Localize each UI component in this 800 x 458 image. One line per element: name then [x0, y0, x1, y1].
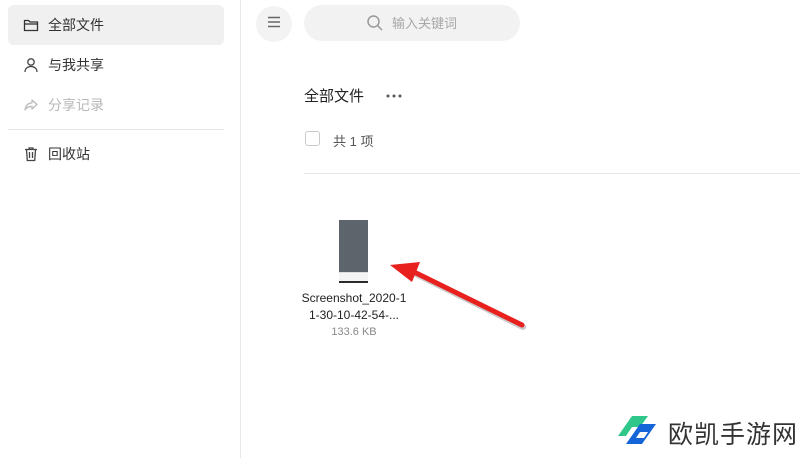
select-all-checkbox[interactable] [305, 131, 320, 146]
content-divider [304, 173, 800, 174]
thumbnail-edge [339, 281, 368, 283]
brand-logo-icon [614, 410, 660, 455]
sidebar-item-all-files[interactable]: 全部文件 [8, 5, 224, 45]
more-icon [386, 85, 402, 103]
sidebar-item-label: 回收站 [48, 146, 90, 162]
file-thumbnail[interactable] [339, 220, 368, 283]
sidebar-item-label: 分享记录 [48, 97, 104, 113]
search-box[interactable] [304, 5, 520, 41]
page-title: 全部文件 [304, 88, 365, 105]
brand-watermark: 欧凯手游网 [614, 410, 798, 455]
search-input[interactable] [390, 14, 514, 32]
hamburger-icon [267, 15, 281, 33]
user-icon [22, 56, 40, 74]
folder-icon [22, 16, 40, 34]
search-icon [366, 14, 384, 37]
sidebar-item-label: 与我共享 [48, 57, 104, 73]
more-button[interactable] [384, 84, 404, 104]
trash-icon [22, 145, 40, 163]
sidebar-divider [8, 129, 224, 130]
item-count: 共 1 项 [333, 134, 374, 149]
sidebar-item-label: 全部文件 [48, 17, 104, 33]
sidebar-item-share-records[interactable]: 分享记录 [8, 85, 224, 125]
annotation-arrow [390, 262, 526, 330]
menu-button[interactable] [256, 6, 292, 42]
sidebar-item-recycle-bin[interactable]: 回收站 [8, 134, 224, 174]
brand-name: 欧凯手游网 [668, 420, 799, 449]
share-icon [22, 96, 40, 114]
sidebar-item-shared-with-me[interactable]: 与我共享 [8, 45, 224, 85]
sidebar: 全部文件 与我共享 分享记录 回收站 [0, 0, 241, 458]
